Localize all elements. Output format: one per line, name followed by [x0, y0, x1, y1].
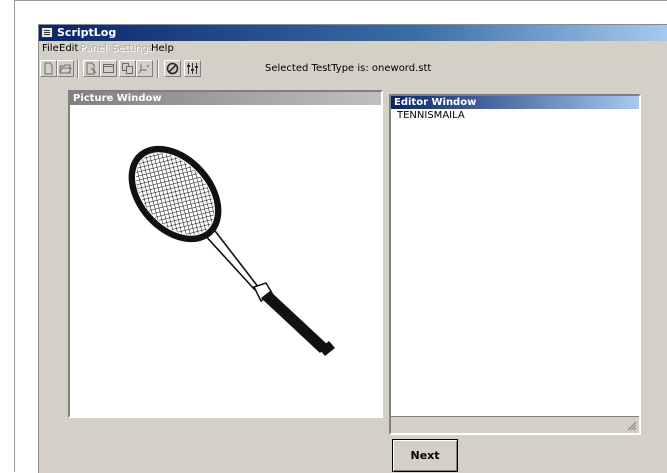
next-button[interactable]: Next — [392, 439, 458, 472]
open-button[interactable] — [57, 60, 74, 77]
menu-edit[interactable]: Edit — [59, 42, 78, 56]
editor-text: TENNISMAILA — [397, 110, 465, 121]
menu-panel[interactable]: Panel — [80, 42, 107, 56]
menu-settings[interactable]: Settings — [112, 42, 153, 56]
open-folder-icon — [59, 64, 72, 74]
outer-border-left — [14, 0, 15, 472]
app-icon — [41, 27, 53, 38]
window-icon — [103, 64, 114, 73]
editor-text-area[interactable]: TENNISMAILA — [391, 109, 639, 433]
toolbar-separator — [77, 60, 79, 78]
stop-icon — [166, 62, 179, 75]
mixer-icon — [187, 63, 198, 74]
tennis-racket-image — [128, 145, 335, 356]
menu-file[interactable]: File — [42, 42, 59, 56]
edit-doc-icon — [86, 62, 97, 75]
menu-help[interactable]: Help — [151, 42, 174, 56]
editor-window: Editor Window TENNISMAILA — [389, 94, 641, 435]
picture-window-title: Picture Window — [70, 92, 381, 105]
status-text: Selected TestType is: oneword.stt — [265, 63, 432, 74]
mixer-button[interactable] — [184, 60, 201, 77]
editor-window-title: Editor Window — [391, 96, 639, 109]
copy-icon — [122, 63, 133, 74]
editor-status-bar — [391, 416, 639, 433]
cut-icon — [138, 64, 150, 74]
stop-button[interactable] — [164, 60, 181, 77]
cut-button[interactable] — [136, 60, 153, 77]
title-bar: ScriptLog — [39, 25, 667, 41]
toolbar-separator — [157, 60, 159, 78]
new-file-icon — [44, 62, 53, 75]
resize-grip-icon[interactable] — [627, 421, 637, 431]
window-title: ScriptLog — [57, 26, 117, 39]
picture-window: Picture Window — [68, 90, 383, 418]
edit-doc-button[interactable] — [83, 60, 100, 77]
app-window: ScriptLog File Edit Panel Settings Help — [38, 24, 667, 473]
new-button[interactable] — [40, 60, 57, 77]
copy-button[interactable] — [119, 60, 136, 77]
outer-border-top — [14, 0, 667, 1]
picture-canvas — [70, 105, 381, 416]
toolbar: Selected TestType is: oneword.stt — [39, 57, 667, 81]
window-button[interactable] — [100, 60, 117, 77]
